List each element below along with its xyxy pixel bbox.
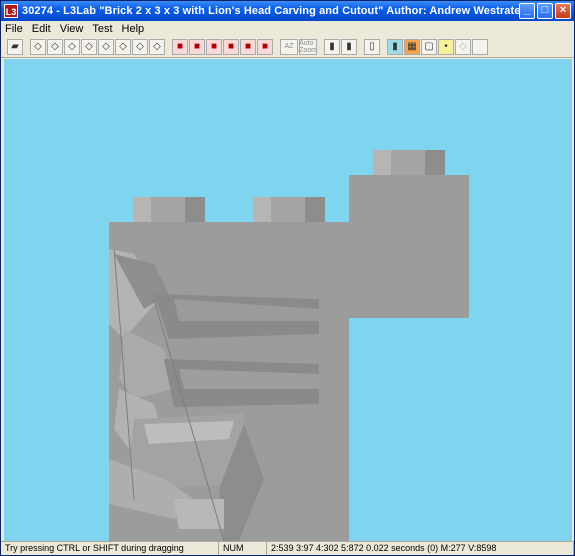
auto-zoom-button[interactable]: Auto Zoom xyxy=(299,38,317,55)
menu-view[interactable]: View xyxy=(60,23,84,35)
red-cube-3-icon[interactable]: ■ xyxy=(206,38,222,55)
status-bar: Try pressing CTRL or SHIFT during draggi… xyxy=(1,541,574,555)
red-cube-1-icon[interactable]: ■ xyxy=(172,38,188,55)
view-back-icon[interactable]: ◇ xyxy=(47,38,63,55)
num-lock-indicator: NUM xyxy=(219,542,267,555)
cylinder-gray-icon[interactable]: ▮ xyxy=(324,38,340,55)
3d-viewport[interactable] xyxy=(4,59,572,541)
stud-right-top xyxy=(373,150,445,176)
render-stats: 2:539 3:97 4:302 5:872 0.022 seconds (0)… xyxy=(267,542,574,555)
box-outline-icon[interactable]: ▢ xyxy=(421,38,437,55)
menu-bar: File Edit View Test Help xyxy=(1,21,574,36)
brick-render xyxy=(109,150,469,541)
menu-help[interactable]: Help xyxy=(122,23,145,35)
view-left-icon[interactable]: ◇ xyxy=(64,38,80,55)
menu-edit[interactable]: Edit xyxy=(32,23,51,35)
blank-tool-icon[interactable] xyxy=(472,38,488,55)
title-bar[interactable]: L3 30274 - L3Lab "Brick 2 x 3 x 3 with L… xyxy=(1,1,574,21)
close-button[interactable]: × xyxy=(555,3,571,19)
view-front-icon[interactable]: ◇ xyxy=(30,38,46,55)
status-message: Try pressing CTRL or SHIFT during draggi… xyxy=(1,542,219,555)
minimize-button[interactable]: _ xyxy=(519,3,535,19)
view-right-icon[interactable]: ◇ xyxy=(81,38,97,55)
cylinder-cyan-icon[interactable]: ▮ xyxy=(387,38,403,55)
menu-file[interactable]: File xyxy=(5,23,23,35)
app-window: L3 30274 - L3Lab "Brick 2 x 3 x 3 with L… xyxy=(0,0,575,556)
light-bulb-icon[interactable]: • xyxy=(438,38,454,55)
grid-disabled-icon[interactable]: ◇ xyxy=(455,38,471,55)
window-title: 30274 - L3Lab "Brick 2 x 3 x 3 with Lion… xyxy=(22,5,521,17)
red-cube-2-icon[interactable]: ■ xyxy=(189,38,205,55)
menu-test[interactable]: Test xyxy=(92,23,112,35)
l3lab-app-icon[interactable]: L3 xyxy=(4,4,18,18)
stud-middle xyxy=(253,197,325,222)
view-bottom-icon[interactable]: ◇ xyxy=(115,38,131,55)
view-iso2-icon[interactable]: ◇ xyxy=(149,38,165,55)
view-iso1-icon[interactable]: ◇ xyxy=(132,38,148,55)
open-folder-icon[interactable]: ▰ xyxy=(7,38,23,55)
cylinder-color-icon[interactable]: ▮ xyxy=(341,38,357,55)
toolbar: ▰ ◇ ◇ ◇ ◇ ◇ ◇ ◇ ◇ ■ ■ ■ ■ ■ ■ AZ Auto Zo… xyxy=(1,36,574,58)
view-top-icon[interactable]: ◇ xyxy=(98,38,114,55)
red-cube-4-icon[interactable]: ■ xyxy=(223,38,239,55)
pattern-orange-icon[interactable]: ▦ xyxy=(404,38,420,55)
az-button[interactable]: AZ xyxy=(280,38,298,55)
stud-left xyxy=(133,197,205,222)
red-cube-6-icon[interactable]: ■ xyxy=(257,38,273,55)
cylinder-outline-icon[interactable]: ▯ xyxy=(364,38,380,55)
maximize-button[interactable]: □ xyxy=(537,3,553,19)
red-cube-5-icon[interactable]: ■ xyxy=(240,38,256,55)
